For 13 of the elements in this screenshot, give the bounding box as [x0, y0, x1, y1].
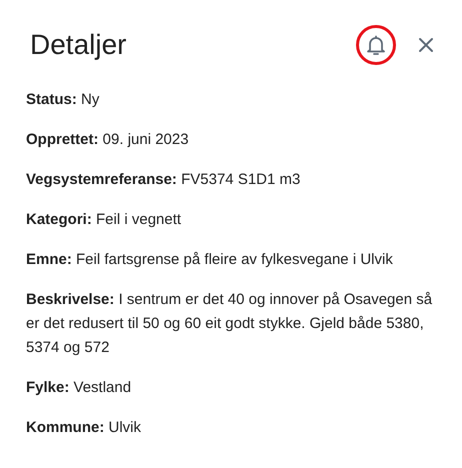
bell-icon	[367, 35, 385, 55]
detail-text: Status: Ny	[26, 90, 100, 110]
close-button[interactable]	[416, 35, 436, 55]
detail-text: Kommune: Ulvik	[26, 418, 142, 438]
detail-text: Fylke: Vestland	[26, 378, 132, 398]
detail-text: Opprettet: 09. juni 2023	[26, 130, 190, 150]
close-icon	[418, 37, 434, 53]
notification-button[interactable]	[365, 34, 387, 56]
panel-title: Detaljer	[30, 31, 126, 59]
detail-text: Vegsystemreferanse: FV5374 S1D1 m3	[26, 170, 302, 190]
detail-text: Emne: Feil fartsgrense på fleire av fylkesvegane i Ulvik	[26, 250, 394, 270]
detail-text: Kategori: Feil i vegnett	[26, 210, 182, 230]
detail-text: Beskrivelse: I sentrum er det 40 og innover på Osavegen så er det redusert til 50 og 60 eit godt stykke. Gjeld både 5380, 5374 og 572	[26, 290, 434, 358]
